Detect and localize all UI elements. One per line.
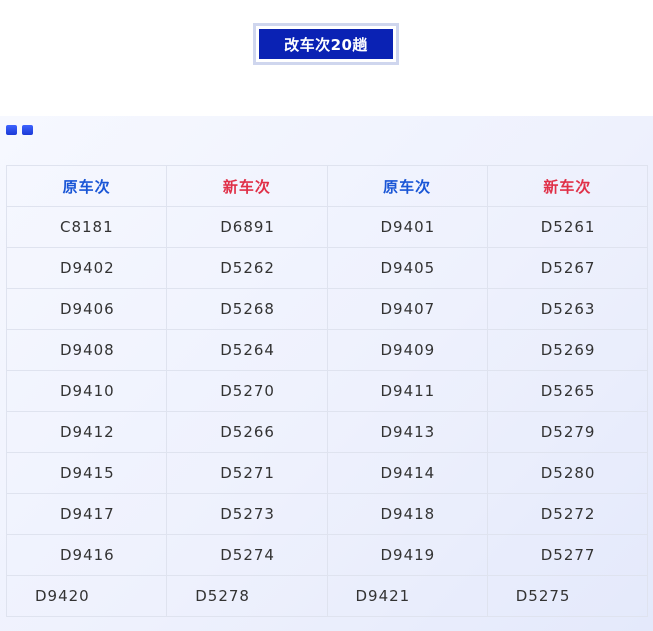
cell-new-train: D5271 [166, 452, 328, 494]
table-row: D9406 D5268 D9407 D5263 [5, 288, 649, 330]
cell-new-train: D5267 [486, 247, 649, 289]
cell-original-train: D9405 [326, 247, 488, 289]
cell-original-train: D9408 [5, 329, 168, 371]
cell-new-train: D5270 [166, 370, 328, 412]
cell-new-train: D5263 [486, 288, 649, 330]
decorative-dot-icon [22, 125, 33, 135]
cell-original-train: D9420 [5, 575, 168, 617]
cell-original-train: D9412 [5, 411, 168, 453]
cell-original-train: D9407 [326, 288, 488, 330]
cell-original-train: D9401 [326, 206, 488, 248]
cell-original-train: D9409 [326, 329, 488, 371]
table-header-row: 原车次 新车次 原车次 新车次 [5, 165, 649, 207]
cell-new-train: D5266 [166, 411, 328, 453]
cell-new-train: D5264 [166, 329, 328, 371]
cell-new-train: D5269 [486, 329, 649, 371]
table-row: D9408 D5264 D9409 D5269 [5, 329, 649, 371]
table-row: D9410 D5270 D9411 D5265 [5, 370, 649, 412]
train-change-panel: 原车次 新车次 原车次 新车次 C8181 D6891 D9401 D5261 … [0, 116, 653, 631]
cell-new-train: D5280 [486, 452, 649, 494]
table-row: D9402 D5262 D9405 D5267 [5, 247, 649, 289]
train-number-table: 原车次 新车次 原车次 新车次 C8181 D6891 D9401 D5261 … [5, 165, 649, 617]
header-new-train: 新车次 [166, 165, 328, 207]
cell-new-train: D6891 [166, 206, 328, 248]
decorative-dots [6, 125, 33, 135]
cell-new-train: D5277 [486, 534, 649, 576]
page-title: 改车次20趟 [259, 29, 393, 59]
cell-original-train: D9406 [5, 288, 168, 330]
header-new-train: 新车次 [486, 165, 649, 207]
cell-new-train: D5274 [166, 534, 328, 576]
table-row: D9415 D5271 D9414 D5280 [5, 452, 649, 494]
cell-original-train: D9414 [326, 452, 488, 494]
table-row: C8181 D6891 D9401 D5261 [5, 206, 649, 248]
table-row: D9416 D5274 D9419 D5277 [5, 534, 649, 576]
cell-original-train: D9418 [326, 493, 488, 535]
cell-new-train: D5268 [166, 288, 328, 330]
decorative-dot-icon [6, 125, 17, 135]
header-original-train: 原车次 [326, 165, 488, 207]
cell-new-train: D5272 [486, 493, 649, 535]
cell-original-train: D9415 [5, 452, 168, 494]
table-row: D9420 D5278 D9421 D5275 [5, 575, 649, 617]
cell-original-train: D9402 [5, 247, 168, 289]
cell-new-train: D5261 [486, 206, 649, 248]
cell-original-train: D9413 [326, 411, 488, 453]
cell-new-train: D5262 [166, 247, 328, 289]
cell-original-train: D9416 [5, 534, 168, 576]
cell-new-train: D5279 [486, 411, 649, 453]
title-frame: 改车次20趟 [253, 23, 399, 65]
table-row: D9412 D5266 D9413 D5279 [5, 411, 649, 453]
cell-original-train: C8181 [5, 206, 168, 248]
cell-original-train: D9421 [326, 575, 488, 617]
header-original-train: 原车次 [5, 165, 168, 207]
cell-original-train: D9417 [5, 493, 168, 535]
cell-new-train: D5265 [486, 370, 649, 412]
cell-new-train: D5273 [166, 493, 328, 535]
cell-original-train: D9411 [326, 370, 488, 412]
table-row: D9417 D5273 D9418 D5272 [5, 493, 649, 535]
cell-original-train: D9410 [5, 370, 168, 412]
cell-new-train: D5275 [486, 575, 649, 617]
cell-new-train: D5278 [166, 575, 328, 617]
cell-original-train: D9419 [326, 534, 488, 576]
